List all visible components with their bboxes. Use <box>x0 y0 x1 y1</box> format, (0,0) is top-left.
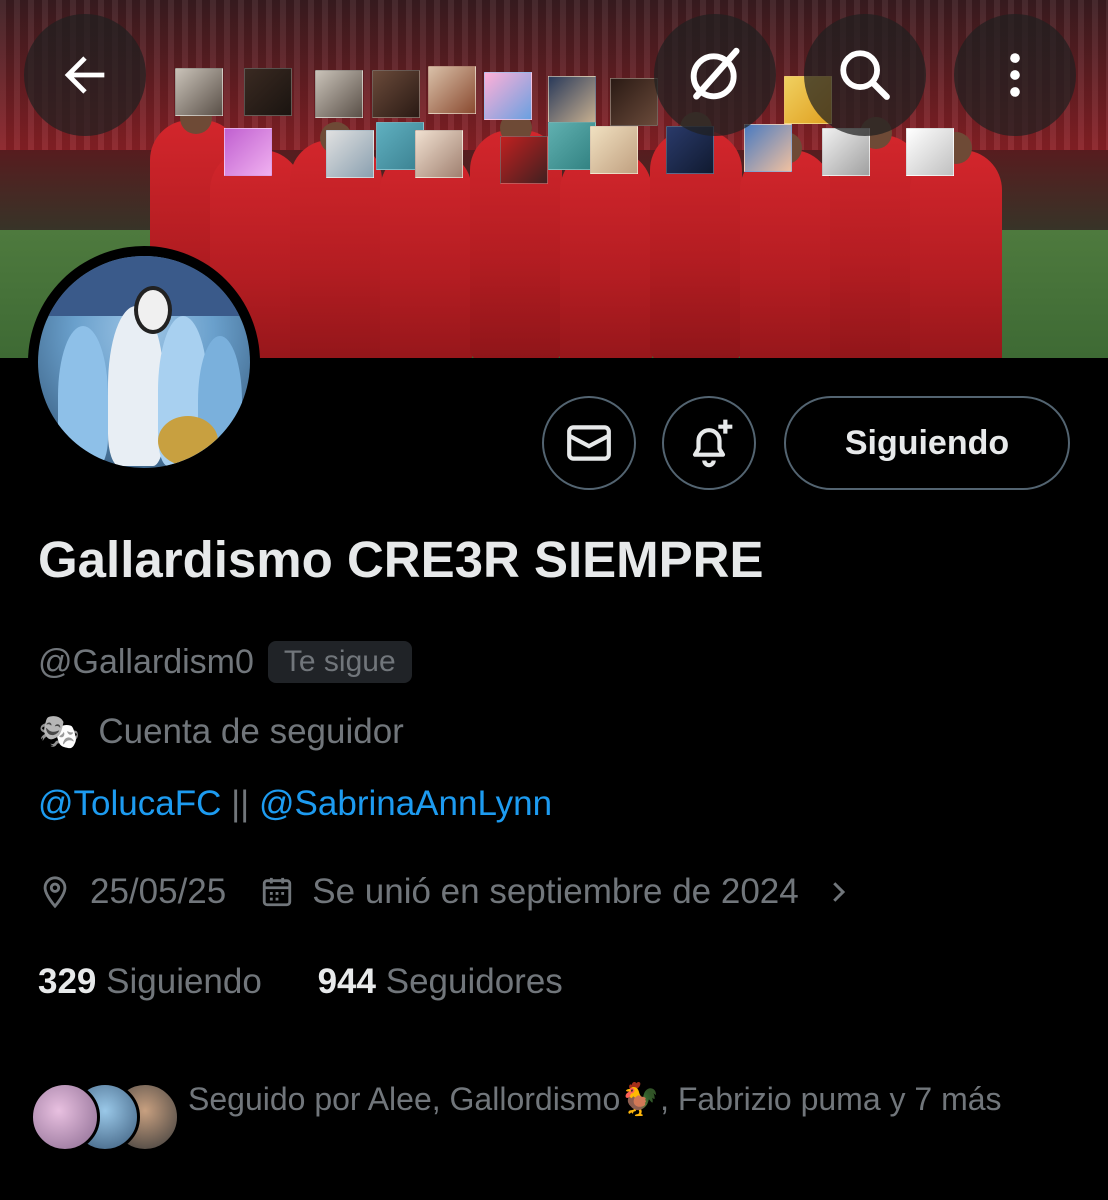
followers-label: Seguidores <box>385 962 563 1001</box>
location-icon <box>43 876 67 909</box>
mention-link-tolucafc[interactable]: @TolucaFC <box>38 784 221 823</box>
joined-date: Se unió en septiembre de 2024 <box>312 872 799 911</box>
mention-link-sabrinaannlynn[interactable]: @SabrinaAnnLynn <box>259 784 552 823</box>
following-label: Siguiendo <box>106 962 262 1001</box>
follows-you-badge: Te sigue <box>267 641 412 683</box>
profile-meta: 25/05/25 Se unió en septiembre de 2024 <box>38 872 853 912</box>
profile-avatar[interactable] <box>28 246 260 478</box>
more-button[interactable] <box>954 14 1076 136</box>
back-button[interactable] <box>24 14 146 136</box>
more-vertical-icon <box>1010 53 1020 97</box>
calendar-icon <box>263 877 292 907</box>
mutual-avatar <box>30 1082 100 1152</box>
message-button[interactable] <box>542 396 636 490</box>
location-text: 25/05/25 <box>90 872 227 911</box>
search-icon <box>840 50 890 100</box>
mention-separator: || <box>231 784 250 823</box>
bell-plus-icon <box>692 419 733 468</box>
followers-stat[interactable]: 944 Seguidores <box>318 962 563 1001</box>
bio-mentions: @TolucaFC || @SabrinaAnnLynn <box>38 784 552 824</box>
bio: 🎭 Cuenta de seguidor <box>38 712 404 752</box>
avatar-image <box>38 256 250 468</box>
arrow-left-icon <box>64 56 105 94</box>
followers-count: 944 <box>317 962 376 1001</box>
following-stat[interactable]: 329 Siguiendo <box>38 962 272 1001</box>
followed-by-text: Seguido por Alee, Gallordismo🐓, Fabrizio… <box>188 1081 1002 1117</box>
grok-icon <box>690 47 740 100</box>
envelope-icon <box>567 425 611 461</box>
display-name: Gallardismo CRE3R SIEMPRE <box>38 531 764 588</box>
username-handle: @Gallardism0 <box>38 642 254 681</box>
notify-button[interactable] <box>662 396 756 490</box>
chevron-right-icon[interactable] <box>823 877 853 907</box>
following-count: 329 <box>38 962 97 1001</box>
following-button[interactable]: Siguiendo <box>784 396 1070 490</box>
performing-arts-emoji: 🎭 <box>38 713 81 751</box>
bio-text: Cuenta de seguidor <box>98 712 404 751</box>
search-button[interactable] <box>804 14 926 136</box>
follow-stats: 329 Siguiendo 944 Seguidores <box>38 962 563 1002</box>
handle-row: @Gallardism0 Te sigue <box>38 638 412 686</box>
grok-button[interactable] <box>654 14 776 136</box>
